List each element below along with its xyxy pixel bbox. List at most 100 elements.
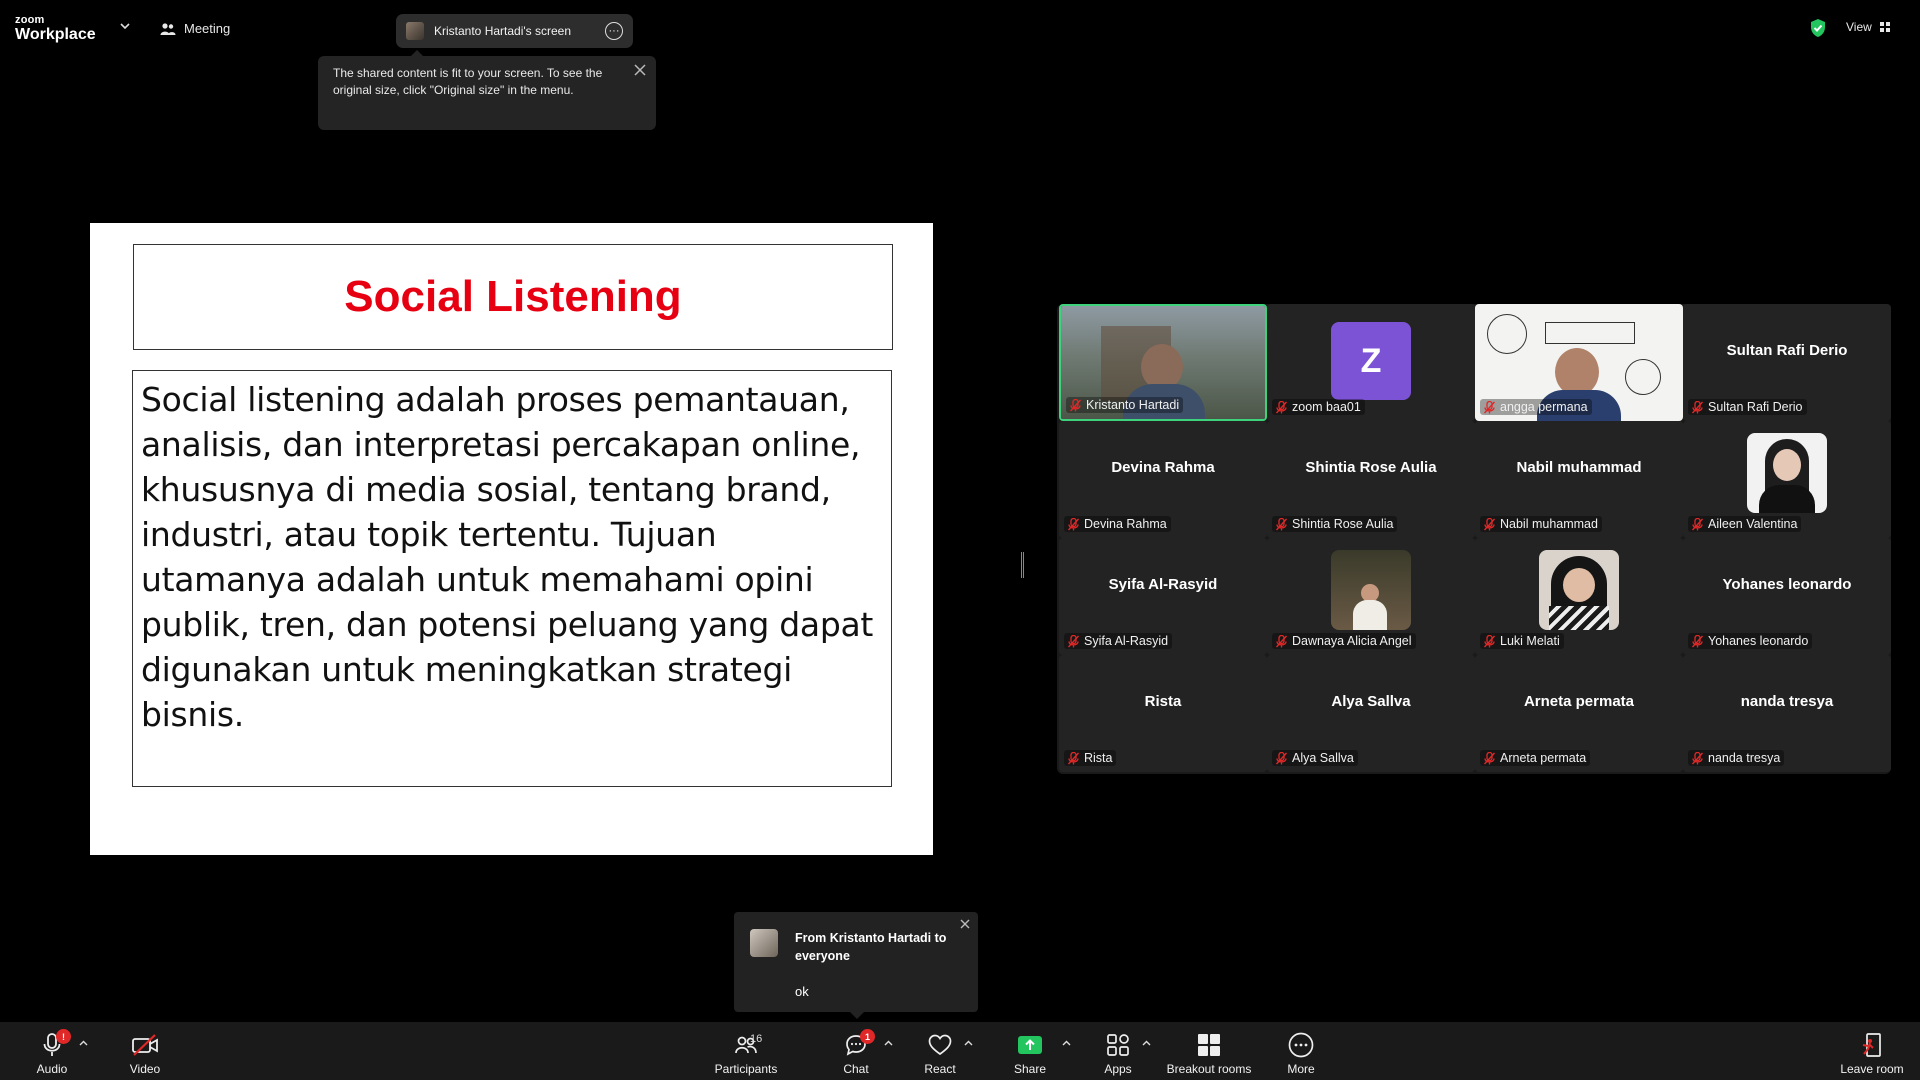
participant-tile[interactable]: angga permana	[1475, 304, 1683, 421]
muted-mic-icon	[1276, 400, 1287, 413]
more-icon	[1288, 1032, 1314, 1058]
audio-alert-badge: !	[56, 1029, 71, 1044]
participant-name-label: Rista	[1064, 750, 1117, 766]
participant-tile[interactable]: Shintia Rose Aulia Shintia Rose Aulia	[1267, 421, 1475, 538]
participant-gallery: Kristanto Hartadi Zzoom baa01 angga perman…	[1057, 304, 1891, 774]
participant-display-name: Nabil muhammad	[1516, 459, 1642, 476]
participant-name: Luki Melati	[1500, 634, 1560, 648]
participant-display-name: Syifa Al-Rasyid	[1108, 576, 1218, 593]
chat-button[interactable]: 1 Chat	[832, 1022, 880, 1080]
share-label: Share	[1013, 1062, 1047, 1076]
leave-room-label: Leave room	[1840, 1062, 1904, 1076]
audio-button[interactable]: ! Audio	[28, 1022, 76, 1080]
zoom-workplace-logo: zoom Workplace	[15, 15, 96, 43]
muted-mic-icon	[1068, 634, 1079, 647]
participant-name: nanda tresya	[1708, 751, 1781, 765]
share-button[interactable]: Share	[1006, 1022, 1054, 1080]
participant-name: Rista	[1084, 751, 1113, 765]
participant-display-name: Rista	[1144, 693, 1182, 710]
shared-screen-view[interactable]: Social Listening Social listening adalah…	[6, 223, 1017, 855]
breakout-rooms-button[interactable]: Breakout rooms	[1166, 1022, 1252, 1080]
participant-name-label: Arneta permata	[1480, 750, 1591, 766]
chevron-up-icon[interactable]	[964, 1040, 973, 1046]
participant-name-label: Nabil muhammad	[1480, 516, 1602, 532]
participant-tile[interactable]: Nabil muhammad Nabil muhammad	[1475, 421, 1683, 538]
participant-name-label: angga permana	[1480, 399, 1592, 415]
panel-resize-handle[interactable]	[1021, 552, 1024, 578]
participants-label: Participants	[714, 1062, 778, 1076]
chevron-up-icon[interactable]	[1142, 1040, 1151, 1046]
muted-mic-icon	[1068, 517, 1079, 530]
react-button[interactable]: React	[916, 1022, 964, 1080]
participant-tile[interactable]: Arneta permata Arneta permata	[1475, 655, 1683, 772]
participant-tile[interactable]: Alya Sallva Alya Sallva	[1267, 655, 1475, 772]
meeting-info-button[interactable]: Meeting	[160, 21, 230, 36]
muted-mic-icon	[1484, 517, 1495, 530]
participant-name: Sultan Rafi Derio	[1708, 400, 1803, 414]
participant-tile[interactable]: Rista Rista	[1059, 655, 1267, 772]
participants-count: 16	[750, 1033, 763, 1045]
participant-tile[interactable]: nanda tresya nanda tresya	[1683, 655, 1891, 772]
shield-check-icon[interactable]	[1809, 18, 1827, 38]
participant-display-name: Alya Sallva	[1331, 693, 1411, 710]
participant-name-label: Devina Rahma	[1064, 516, 1171, 532]
participant-tile[interactable]: Sultan Rafi Derio Sultan Rafi Derio	[1683, 304, 1891, 421]
close-icon[interactable]	[634, 64, 646, 76]
title-bar: zoom Workplace Meeting Kristanto Hartadi…	[0, 0, 1920, 52]
leave-room-button[interactable]: Leave room	[1836, 1022, 1908, 1080]
chevron-up-icon[interactable]	[1062, 1040, 1071, 1046]
participant-tile[interactable]: Zzoom baa01	[1267, 304, 1475, 421]
participant-name: Nabil muhammad	[1500, 517, 1598, 531]
participant-name-label: Sultan Rafi Derio	[1688, 399, 1807, 415]
participant-name: Kristanto Hartadi	[1086, 398, 1180, 412]
participant-tile[interactable]: Luki Melati	[1475, 538, 1683, 655]
muted-mic-icon	[1276, 634, 1287, 647]
participant-name-label: Shintia Rose Aulia	[1272, 516, 1398, 532]
participant-name: Syifa Al-Rasyid	[1084, 634, 1169, 648]
grid-icon	[1879, 21, 1890, 32]
muted-mic-icon	[1276, 517, 1287, 530]
muted-mic-icon	[1068, 751, 1079, 764]
muted-mic-icon	[1484, 400, 1495, 413]
participant-name: Arneta permata	[1500, 751, 1587, 765]
participant-name: angga permana	[1500, 400, 1588, 414]
participant-name-label: Yohanes leonardo	[1688, 633, 1813, 649]
participant-display-name: Sultan Rafi Derio	[1726, 342, 1848, 359]
chat-label: Chat	[843, 1062, 869, 1076]
video-button[interactable]: Video	[121, 1022, 169, 1080]
more-options-icon[interactable]: ···	[605, 22, 623, 40]
participant-name: zoom baa01	[1292, 400, 1361, 414]
more-label: More	[1287, 1062, 1315, 1076]
tooltip-text: The shared content is fit to your screen…	[333, 66, 603, 97]
presentation-slide: Social Listening Social listening adalah…	[90, 223, 933, 855]
video-off-icon	[132, 1034, 158, 1056]
participant-tile[interactable]: Aileen Valentina	[1683, 421, 1891, 538]
chat-notification[interactable]: From Kristanto Hartadi to everyone ok	[734, 912, 978, 1019]
participant-tile[interactable]: Syifa Al-Rasyid Syifa Al-Rasyid	[1059, 538, 1267, 655]
view-label: View	[1846, 20, 1872, 34]
profile-photo	[1539, 550, 1619, 630]
participant-name-label: Dawnaya Alicia Angel	[1272, 633, 1416, 649]
fit-to-screen-tooltip: The shared content is fit to your screen…	[318, 50, 656, 130]
chevron-up-icon[interactable]	[884, 1040, 893, 1046]
participant-tile[interactable]: Kristanto Hartadi	[1059, 304, 1267, 421]
close-icon[interactable]	[960, 919, 970, 929]
chevron-down-icon[interactable]	[120, 22, 130, 30]
participant-name: Devina Rahma	[1084, 517, 1167, 531]
participant-tile[interactable]: Dawnaya Alicia Angel	[1267, 538, 1475, 655]
shared-screen-pill[interactable]: Kristanto Hartadi's screen ···	[396, 14, 633, 48]
meeting-label: Meeting	[184, 21, 231, 36]
avatar	[750, 929, 778, 957]
chevron-up-icon[interactable]	[79, 1040, 88, 1046]
apps-button[interactable]: Apps	[1094, 1022, 1142, 1080]
participant-tile[interactable]: Yohanes leonardo Yohanes leonardo	[1683, 538, 1891, 655]
view-button[interactable]: View	[1846, 20, 1891, 34]
react-label: React	[924, 1062, 956, 1076]
avatar	[406, 22, 424, 40]
muted-mic-icon	[1070, 398, 1081, 411]
more-button[interactable]: More	[1277, 1022, 1325, 1080]
video-label: Video	[129, 1062, 161, 1076]
audio-label: Audio	[36, 1062, 68, 1076]
participants-button[interactable]: 16 Participants	[710, 1022, 782, 1080]
participant-tile[interactable]: Devina Rahma Devina Rahma	[1059, 421, 1267, 538]
